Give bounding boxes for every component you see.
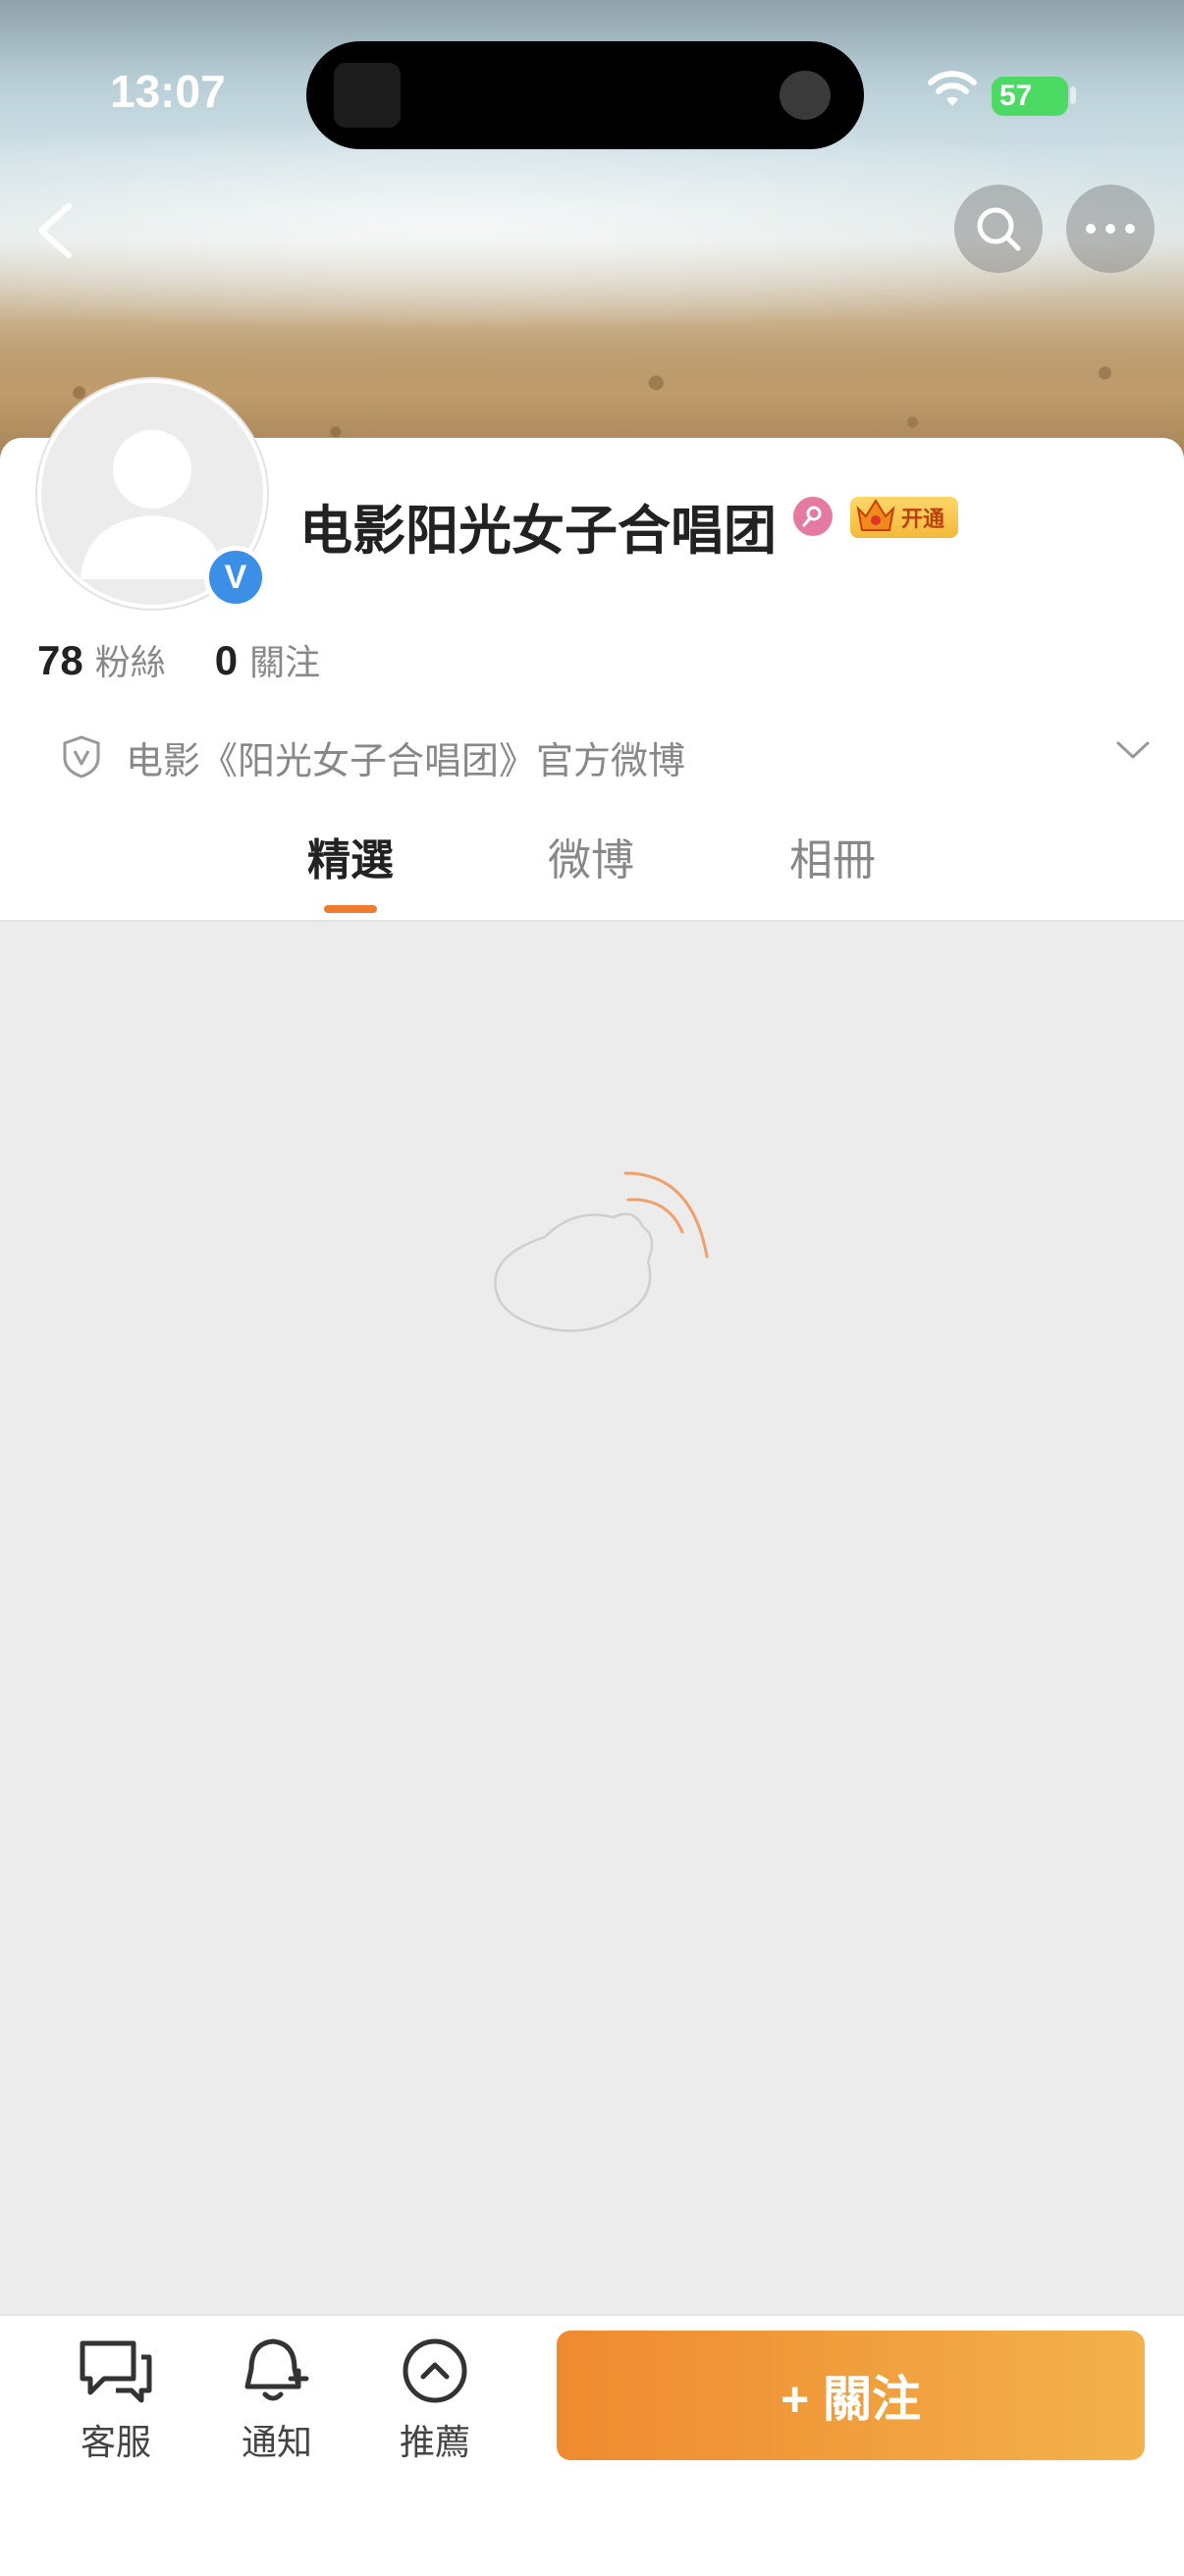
customer-service-label: 客服 (80, 2423, 151, 2463)
profile-name: 电影阳光女子合唱团 (299, 500, 777, 562)
customer-service-button[interactable]: 客服 (67, 2335, 165, 2465)
follow-button[interactable]: + 關注 (557, 2331, 1145, 2460)
chat-icon (80, 2340, 152, 2403)
status-time: 13:07 (110, 66, 226, 117)
stats-row: 78 粉絲 0 關注 (37, 634, 320, 685)
search-button[interactable] (954, 185, 1043, 273)
content-area (0, 922, 1184, 2314)
vip-open-label: 开通 (900, 508, 944, 532)
chevron-down-icon[interactable] (1115, 738, 1151, 762)
active-tab-indicator (324, 905, 377, 913)
following-label: 關注 (249, 643, 321, 683)
bell-plus-icon (244, 2338, 309, 2401)
recommend-button[interactable]: 推薦 (386, 2335, 484, 2465)
dynamic-island (306, 41, 864, 149)
search-icon (977, 207, 1021, 251)
tab-album[interactable]: 相冊 (789, 825, 876, 887)
more-dots-icon (1086, 224, 1135, 234)
crown-icon (856, 499, 895, 531)
female-icon (793, 497, 833, 536)
profile-tabs: 精選 微博 相冊 (0, 815, 1184, 921)
battery-cap (1070, 86, 1076, 104)
chevron-up-circle-icon (403, 2338, 467, 2403)
verified-badge: V (204, 546, 267, 609)
followers-stat[interactable]: 78 粉絲 (37, 636, 166, 684)
battery-indicator: 57 (992, 77, 1068, 116)
following-count: 0 (214, 637, 239, 683)
notify-button[interactable]: 通知 (228, 2335, 326, 2465)
back-arrow-icon[interactable] (27, 196, 86, 265)
recommend-label: 推薦 (399, 2423, 470, 2463)
notify-label: 通知 (241, 2423, 312, 2463)
vip-open-badge[interactable]: 开通 (850, 497, 958, 538)
weibo-loading-icon (494, 1171, 709, 1332)
tab-weibo[interactable]: 微博 (548, 825, 634, 887)
followers-label: 粉絲 (94, 643, 166, 683)
tab-featured[interactable]: 精選 (307, 825, 394, 887)
shield-v-icon (63, 735, 100, 778)
bio-row[interactable]: 电影《阳光女子合唱团》官方微博 (61, 728, 1151, 783)
bio-text: 电影《阳光女子合唱团》官方微博 (126, 739, 686, 782)
more-button[interactable] (1066, 185, 1155, 273)
wifi-icon (928, 71, 977, 106)
bottom-action-bar: 客服 通知 推薦 + 關注 (0, 2314, 1184, 2576)
following-stat[interactable]: 0 關注 (215, 636, 320, 684)
followers-count: 78 (37, 637, 83, 683)
